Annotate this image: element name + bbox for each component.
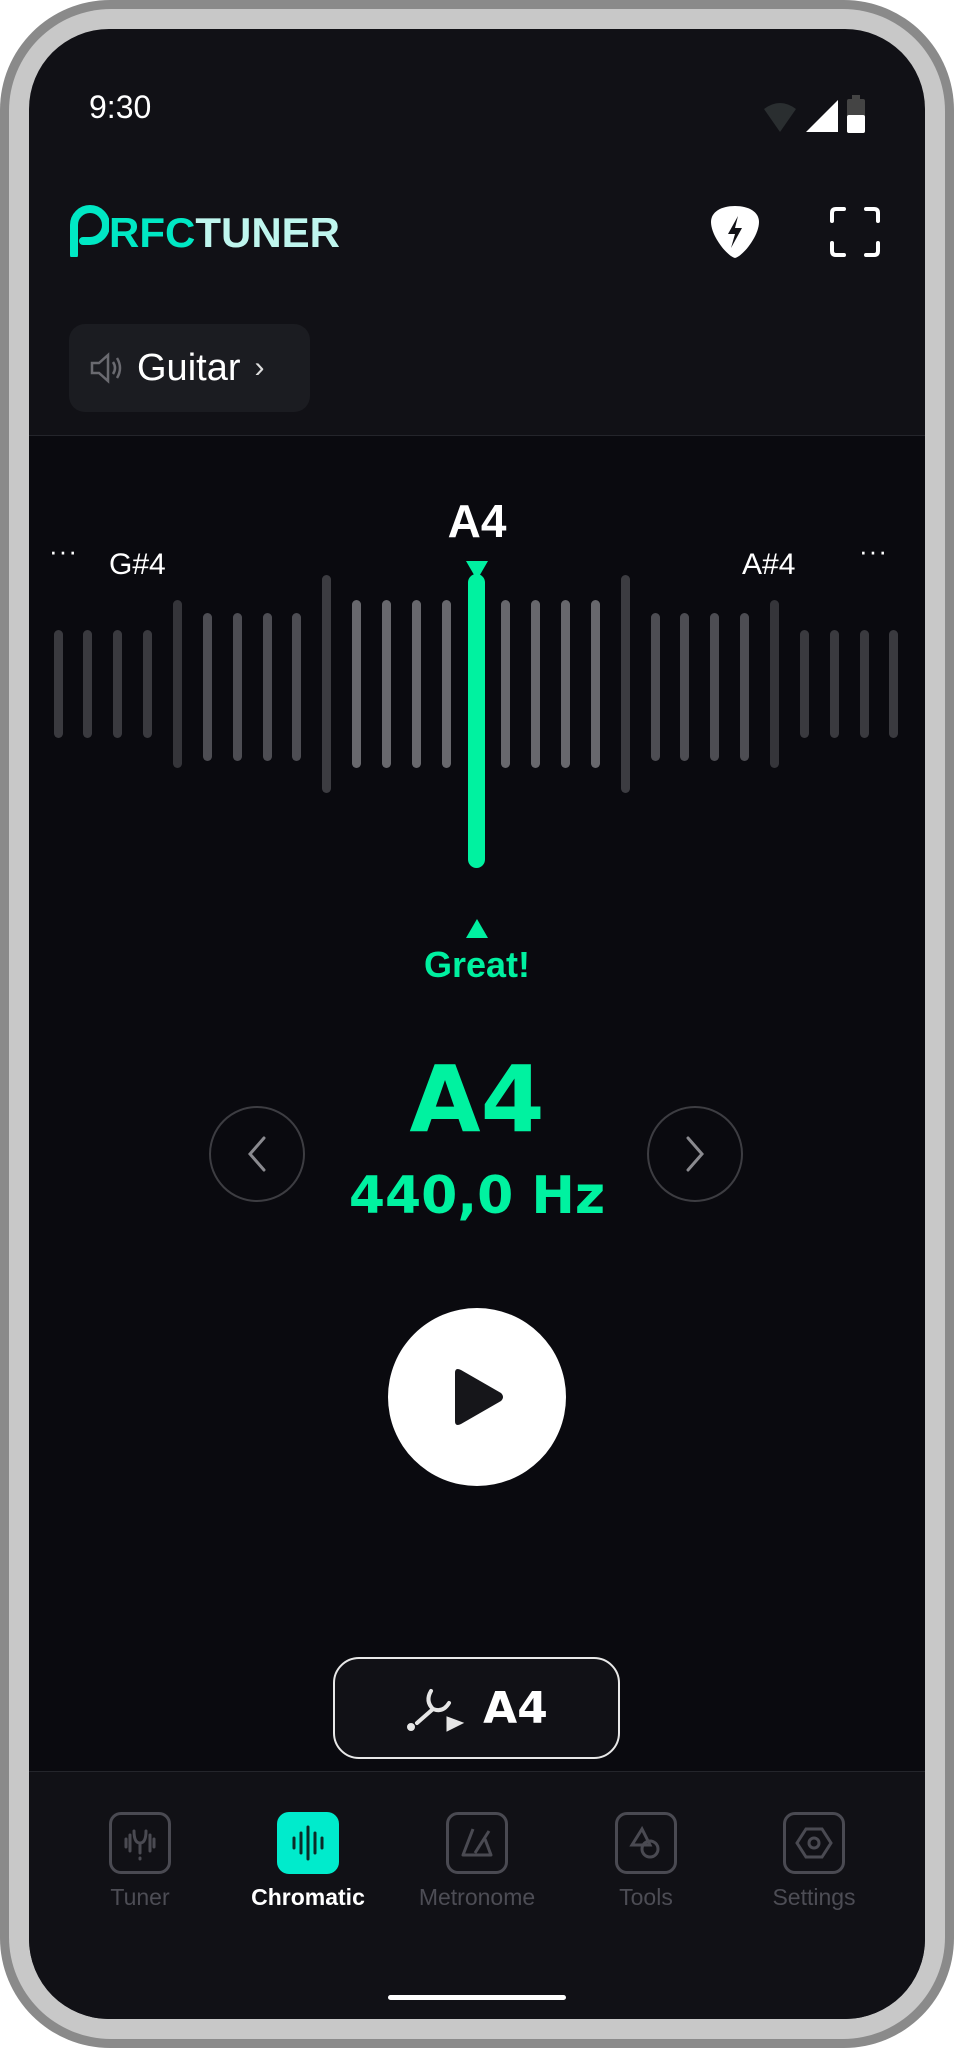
- reference-tone-button[interactable]: A4: [333, 1657, 620, 1759]
- next-note-button[interactable]: [647, 1106, 743, 1202]
- logo-p-mark: [70, 205, 109, 257]
- pointer-up-icon: [466, 919, 488, 938]
- hexagon-nut-icon: [795, 1827, 833, 1859]
- play-icon: [455, 1369, 503, 1425]
- logo-text-prefix: RFC: [109, 209, 196, 256]
- home-indicator[interactable]: [388, 1995, 566, 2000]
- detected-frequency: 440,0 Hz: [348, 1166, 606, 1226]
- scale-tick: [173, 600, 182, 768]
- scale-tick: [113, 630, 123, 738]
- chevron-right-icon: ›: [254, 351, 265, 384]
- scale-tick: [143, 630, 153, 738]
- scale-tick: [232, 613, 242, 761]
- tuning-fork-play-icon: [407, 1689, 465, 1732]
- scale-tick: [381, 600, 391, 768]
- scale-tick: [501, 600, 511, 768]
- nav-label: Metronome: [418, 1884, 536, 1910]
- scale-tick: [531, 600, 541, 768]
- tuning-needle: [468, 574, 485, 868]
- tuning-status: Great!: [423, 944, 531, 985]
- scale-tick: [620, 575, 630, 793]
- scale-tick: [561, 600, 571, 768]
- tuning-scale: [29, 436, 925, 956]
- scale-tick: [889, 630, 899, 738]
- screen: 9:30 RFC TUNER Guitar › A4 ··· G#4 A#4 ··…: [29, 29, 925, 2019]
- scale-tick: [590, 600, 600, 768]
- scale-tick: [83, 630, 93, 738]
- scale-tick: [262, 613, 272, 761]
- play-button[interactable]: [388, 1308, 566, 1486]
- tuning-fork-icon: [124, 1829, 156, 1861]
- scale-tick: [799, 630, 809, 738]
- speaker-icon: [90, 352, 122, 384]
- nav-label: Tools: [619, 1884, 673, 1910]
- scale-tick: [859, 630, 869, 738]
- instrument-selector[interactable]: Guitar ›: [69, 324, 310, 412]
- nav-metronome[interactable]: Metronome: [397, 1812, 557, 1911]
- scale-tick: [53, 630, 63, 738]
- scale-tick: [680, 613, 690, 761]
- guitar-pick-bolt-icon: [711, 206, 759, 258]
- pro-pick-button[interactable]: [707, 204, 763, 260]
- nav-settings[interactable]: Settings: [734, 1812, 894, 1911]
- shapes-icon: [629, 1825, 660, 1859]
- scale-tick: [740, 613, 750, 761]
- bottom-nav: Tuner Chromatic Metronome Tools Settings: [29, 1771, 925, 2019]
- status-time: 9:30: [89, 89, 152, 125]
- fullscreen-icon: [830, 207, 880, 257]
- fullscreen-button[interactable]: [827, 204, 883, 260]
- reference-tone-label: A4: [483, 1682, 548, 1734]
- scale-tick: [710, 613, 720, 761]
- waveform-icon: [292, 1825, 324, 1861]
- nav-label: Chromatic: [251, 1884, 365, 1910]
- nav-label: Tuner: [110, 1884, 170, 1910]
- metronome-icon: [461, 1828, 493, 1857]
- detected-note: A4: [409, 1046, 545, 1153]
- wifi-icon: [764, 103, 796, 132]
- scale-tick: [650, 613, 660, 761]
- instrument-label: Guitar: [137, 346, 241, 389]
- scale-tick: [352, 600, 362, 768]
- battery-icon: [847, 95, 865, 133]
- nav-label: Settings: [772, 1884, 856, 1910]
- nav-chromatic[interactable]: Chromatic: [228, 1812, 388, 1911]
- app-logo: RFC TUNER: [69, 205, 340, 257]
- signal-icon: [806, 100, 838, 132]
- status-icons: [763, 95, 865, 133]
- scale-tick: [322, 575, 332, 793]
- logo-text-suffix: TUNER: [195, 209, 340, 256]
- chevron-right-icon: [686, 1136, 704, 1172]
- nav-tools[interactable]: Tools: [566, 1812, 726, 1911]
- scale-tick: [292, 613, 302, 761]
- tuner-area: A4 ··· G#4 A#4 ··· Great! A4 440,0 Hz A4: [29, 435, 925, 1772]
- scale-tick: [829, 630, 839, 738]
- scale-tick: [411, 600, 421, 768]
- scale-tick: [441, 600, 451, 768]
- scale-tick: [202, 613, 212, 761]
- scale-tick: [770, 600, 779, 768]
- nav-tuner[interactable]: Tuner: [60, 1812, 220, 1911]
